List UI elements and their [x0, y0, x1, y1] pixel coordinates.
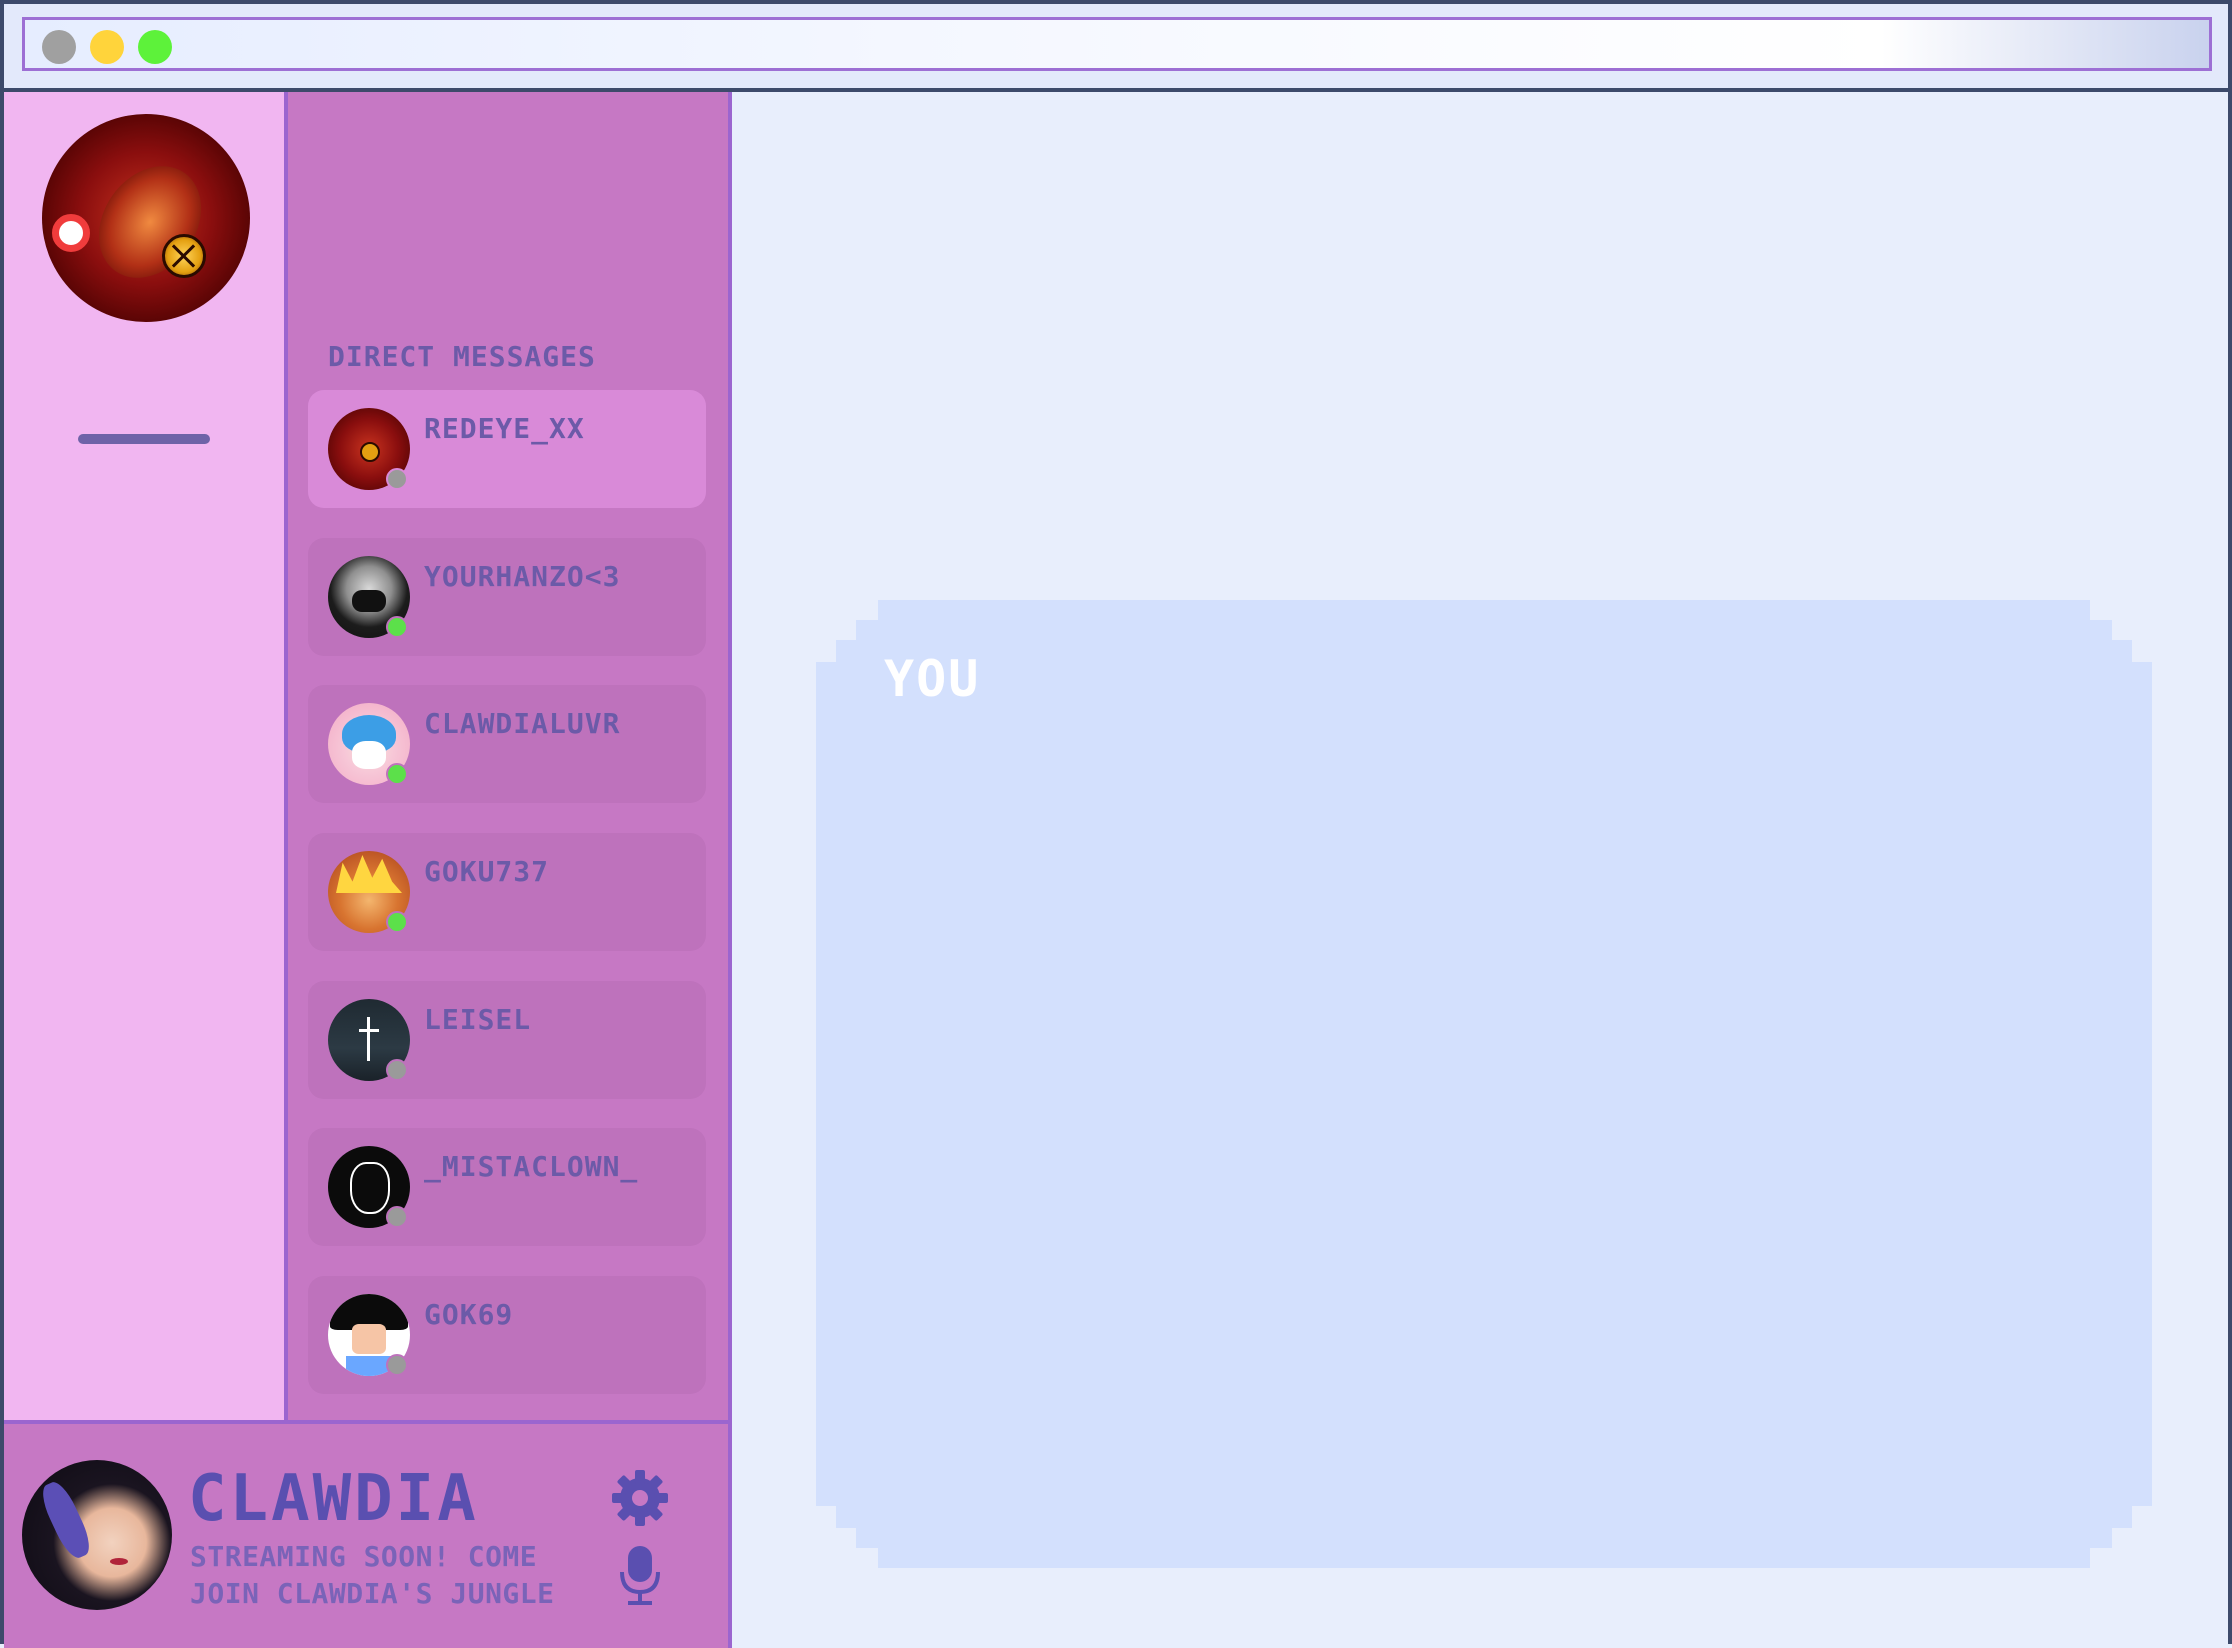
microphone-icon[interactable]: [618, 1546, 662, 1606]
server-indicator-bar: [78, 434, 210, 444]
dm-heading: DIRECT MESSAGES: [328, 340, 596, 373]
status-online-indicator: [386, 911, 408, 933]
user-name: CLAWDIA: [188, 1462, 479, 1536]
dm-name: REDEYE_XX: [424, 412, 585, 445]
address-bar[interactable]: [22, 17, 2212, 71]
dm-item-redeye-xx[interactable]: REDEYE_XX: [308, 390, 706, 508]
dm-item-clawdialuvr[interactable]: CLAWDIALUVR: [308, 685, 706, 803]
status-online-indicator: [386, 616, 408, 638]
dm-name: _MISTACLOWN_: [424, 1150, 639, 1183]
dm-name: GOK69: [424, 1298, 514, 1331]
status-offline-indicator: [386, 1059, 408, 1081]
status-offline-indicator: [386, 1354, 408, 1376]
user-status-line-1: STREAMING SOON! COME: [190, 1540, 538, 1573]
dm-name: YOURHANZO<3: [424, 560, 621, 593]
user-panel: CLAWDIA STREAMING SOON! COME JOIN CLAWDI…: [4, 1420, 732, 1648]
dm-item-yourhanzo[interactable]: YOURHANZO<3: [308, 538, 706, 656]
status-online-indicator: [386, 763, 408, 785]
chat-area: YOU: [732, 92, 2228, 1644]
dm-name: GOKU737: [424, 855, 550, 888]
user-status: STREAMING SOON! COME JOIN CLAWDIA'S JUNG…: [190, 1538, 590, 1612]
status-offline-indicator: [386, 1206, 408, 1228]
window-control-gray[interactable]: [42, 30, 76, 64]
maximize-button[interactable]: [138, 30, 172, 64]
minimize-button[interactable]: [90, 30, 124, 64]
user-status-line-2: JOIN CLAWDIA'S JUNGLE: [190, 1577, 555, 1610]
message-author: YOU: [884, 650, 981, 708]
notification-badge: [52, 214, 90, 252]
eye-iris: [162, 234, 206, 278]
user-avatar[interactable]: [22, 1460, 172, 1610]
message-bubble: YOU: [816, 600, 2152, 1568]
title-bar: [4, 4, 2228, 92]
dm-name: LEISEL: [424, 1003, 532, 1036]
gear-icon[interactable]: [610, 1468, 670, 1528]
status-offline-indicator: [386, 468, 408, 490]
direct-messages-panel: DIRECT MESSAGES REDEYE_XX YOURHANZO<3 CL…: [288, 92, 732, 1420]
eye-art: [77, 146, 223, 298]
dm-name: CLAWDIALUVR: [424, 707, 621, 740]
dm-item-goku737[interactable]: GOKU737: [308, 833, 706, 951]
app-window: DIRECT MESSAGES REDEYE_XX YOURHANZO<3 CL…: [0, 0, 2232, 1648]
dm-item-gok69[interactable]: GOK69: [308, 1276, 706, 1394]
server-rail: [4, 92, 288, 1420]
dm-item-mistaclown[interactable]: _MISTACLOWN_: [308, 1128, 706, 1246]
dm-item-leisel[interactable]: LEISEL: [308, 981, 706, 1099]
